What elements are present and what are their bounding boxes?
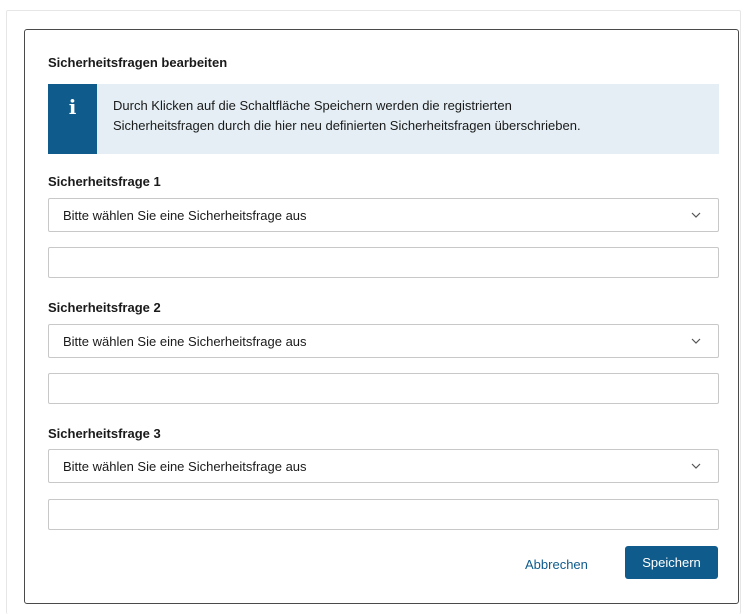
question-3-select[interactable]: Bitte wählen Sie eine Sicherheitsfrage a… — [48, 449, 719, 483]
question-1-label: Sicherheitsfrage 1 — [48, 174, 161, 189]
question-2-select-value: Bitte wählen Sie eine Sicherheitsfrage a… — [63, 334, 307, 349]
question-1-answer-input[interactable] — [48, 247, 719, 278]
dialog-title: Sicherheitsfragen bearbeiten — [48, 55, 228, 70]
question-3-label: Sicherheitsfrage 3 — [48, 426, 161, 441]
question-1-select-value: Bitte wählen Sie eine Sicherheitsfrage a… — [63, 208, 307, 223]
question-3-answer-input[interactable] — [48, 499, 719, 530]
info-icon-container: i — [48, 84, 97, 154]
chevron-down-icon — [691, 212, 701, 218]
save-button[interactable]: Speichern — [625, 546, 718, 579]
question-2-answer-input[interactable] — [48, 373, 719, 404]
question-3-select-value: Bitte wählen Sie eine Sicherheitsfrage a… — [63, 459, 307, 474]
cancel-button[interactable]: Abbrechen — [525, 550, 588, 580]
question-1-select[interactable]: Bitte wählen Sie eine Sicherheitsfrage a… — [48, 198, 719, 232]
info-banner: i Durch Klicken auf die Schaltfläche Spe… — [48, 84, 719, 154]
security-questions-dialog: Sicherheitsfragen bearbeiten i Durch Kli… — [24, 29, 739, 604]
chevron-down-icon — [691, 338, 701, 344]
info-icon: i — [68, 95, 77, 119]
info-message-line-2: Sicherheitsfragen durch die hier neu def… — [113, 118, 581, 133]
question-2-label: Sicherheitsfrage 2 — [48, 300, 161, 315]
info-message-line-1: Durch Klicken auf die Schaltfläche Speic… — [113, 98, 512, 113]
question-2-select[interactable]: Bitte wählen Sie eine Sicherheitsfrage a… — [48, 324, 719, 358]
chevron-down-icon — [691, 463, 701, 469]
info-message: Durch Klicken auf die Schaltfläche Speic… — [113, 96, 713, 136]
